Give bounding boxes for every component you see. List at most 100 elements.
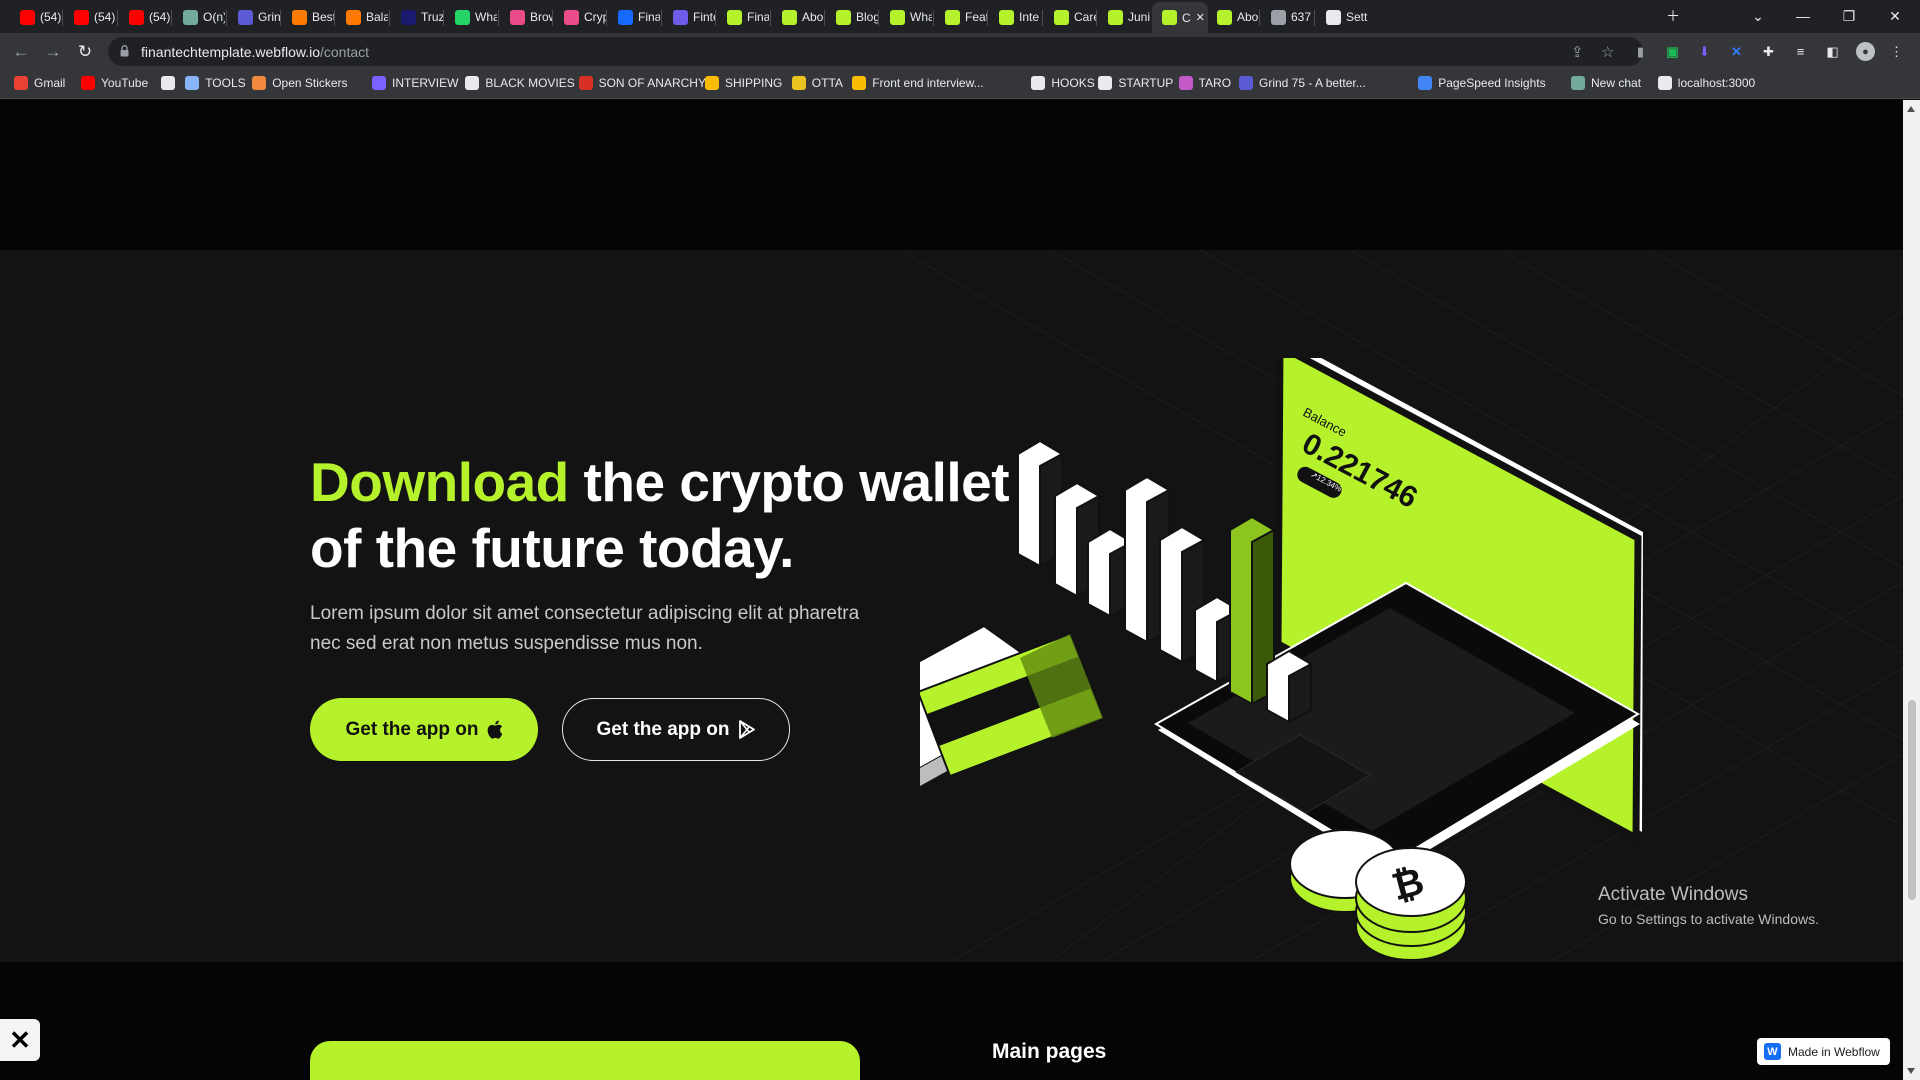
scroll-up-icon[interactable] — [1907, 106, 1915, 112]
download-extension-icon[interactable]: ⬇ — [1696, 43, 1713, 60]
browser-tab[interactable]: Finte — [663, 4, 715, 30]
share-icon[interactable]: ⇪ — [1571, 43, 1584, 61]
youtube-icon — [20, 9, 35, 25]
list-icon — [1098, 76, 1113, 90]
bookmark-item[interactable]: New chat — [1571, 76, 1641, 90]
tab-separator — [987, 10, 988, 26]
scroll-thumb[interactable] — [1908, 700, 1916, 900]
browser-tab[interactable]: Setti — [1316, 4, 1368, 30]
tab-title: Abo — [802, 10, 824, 24]
bookmark-item[interactable]: INTERVIEW — [372, 76, 458, 90]
reload-icon[interactable]: ↻ — [74, 41, 96, 63]
tab-separator — [498, 10, 499, 26]
menu-icon[interactable]: ⋮ — [1888, 43, 1905, 60]
browser-tab[interactable]: Truz — [391, 4, 443, 30]
browser-tab[interactable]: 637 — [1261, 4, 1313, 30]
browser-tab[interactable]: Abo — [772, 4, 824, 30]
address-bar[interactable]: finantechtemplate.webflow.io/contact ⇪ ☆ — [108, 37, 1643, 66]
browser-tab[interactable]: Brow — [500, 4, 552, 30]
apple-icon — [487, 720, 502, 739]
close-icon[interactable]: ✕ — [0, 1019, 40, 1061]
app-store-button[interactable]: Get the app on — [310, 698, 538, 761]
google-play-button[interactable]: Get the app on — [562, 698, 790, 761]
tab-separator — [552, 10, 553, 26]
finantech-icon — [727, 9, 742, 25]
star-icon[interactable]: ☆ — [1601, 43, 1614, 61]
url-domain: finantechtemplate.webflow.io — [141, 44, 320, 60]
browser-tab[interactable]: Bala — [336, 4, 388, 30]
bookmark-item[interactable]: BLACK MOVIES — [465, 76, 575, 90]
bookmark-item[interactable]: TARO — [1178, 76, 1231, 90]
bookmark-label: HOOKS — [1051, 76, 1095, 90]
footer-main-pages-heading: Main pages — [992, 1040, 1107, 1063]
windows-activation-watermark: Activate Windows Go to Settings to activ… — [1598, 884, 1819, 927]
watermark-title: Activate Windows — [1598, 884, 1748, 905]
bitcoin-coins: ₿ — [1289, 829, 1467, 961]
bookmark-item[interactable]: OTTA — [791, 76, 843, 90]
restore-icon[interactable]: ❐ — [1826, 4, 1872, 28]
bookmark-item[interactable] — [161, 76, 181, 90]
bookmark-item[interactable]: YouTube — [81, 76, 148, 90]
browser-tab[interactable]: Wha — [445, 4, 497, 30]
tab-search-icon[interactable]: ⌄ — [1735, 4, 1781, 28]
side-panel-icon[interactable]: ◧ — [1824, 43, 1841, 60]
extension-icon[interactable]: ✕ — [1728, 43, 1745, 60]
browser-tab[interactable]: (54) — [64, 4, 116, 30]
bookmark-item[interactable]: PageSpeed Insights — [1418, 76, 1546, 90]
bookmark-label: Open Stickers — [272, 76, 348, 90]
extension-icon[interactable]: ▮ — [1632, 43, 1649, 60]
puzzle-icon[interactable]: ✚ — [1760, 43, 1777, 60]
bookmark-item[interactable]: Front end interview... — [852, 76, 984, 90]
browser-tab[interactable]: Blog — [826, 4, 878, 30]
bookmark-icon — [852, 76, 867, 90]
bookmark-item[interactable]: localhost:3000 — [1657, 76, 1755, 90]
bookmark-label: TOOLS — [205, 76, 246, 90]
browser-tab[interactable]: C ✕ — [1152, 2, 1208, 33]
browser-tab[interactable]: Abo — [1207, 4, 1259, 30]
bookmark-item[interactable]: Gmail — [14, 76, 65, 90]
browser-tab[interactable]: (54) — [119, 4, 171, 30]
grind75-icon — [1239, 76, 1253, 90]
browser-tab[interactable]: (54) — [10, 4, 62, 30]
site-footer: Main pages — [0, 962, 1903, 1080]
tab-close-icon[interactable]: ✕ — [1196, 11, 1205, 24]
browser-tab[interactable]: Cryp — [554, 4, 606, 30]
bookmark-item[interactable]: SON OF ANARCHY — [578, 76, 706, 90]
tab-separator — [1259, 10, 1260, 26]
browser-tab[interactable]: Feat — [935, 4, 987, 30]
tab-title: Truz — [421, 10, 443, 24]
scroll-down-icon[interactable] — [1907, 1068, 1915, 1074]
forward-icon[interactable]: → — [42, 41, 64, 63]
browser-tab[interactable]: Best — [282, 4, 334, 30]
browser-tab[interactable]: Fina — [717, 4, 769, 30]
dribbble-icon — [510, 9, 525, 25]
made-in-webflow-badge[interactable]: W Made in Webflow — [1757, 1038, 1890, 1065]
browser-tab[interactable]: O(n) — [173, 4, 225, 30]
bookmark-item[interactable]: Open Stickers — [252, 76, 348, 90]
bookmark-item[interactable]: STARTUP — [1098, 76, 1173, 90]
browser-tab[interactable]: Wha — [880, 4, 932, 30]
flag-icon — [578, 76, 593, 90]
interview-icon — [372, 76, 386, 90]
extension-icon[interactable]: ▣ — [1664, 43, 1681, 60]
browser-tab[interactable]: Care — [1044, 4, 1096, 30]
back-icon[interactable]: ← — [10, 41, 32, 63]
bookmark-item[interactable]: HOOKS — [1031, 76, 1095, 90]
tab-title: O(n) — [203, 10, 225, 24]
tab-title: Brow — [530, 10, 552, 24]
bookmark-label: INTERVIEW — [392, 76, 459, 90]
browser-tab[interactable]: Fina — [608, 4, 660, 30]
plus-icon[interactable]: ＋ — [1650, 4, 1696, 28]
minimize-icon[interactable]: — — [1780, 4, 1826, 28]
reading-list-icon[interactable]: ≡ — [1792, 43, 1809, 60]
bookmark-item[interactable]: TOOLS — [185, 76, 246, 90]
bookmark-item[interactable]: Grind 75 - A better... — [1239, 76, 1366, 90]
page-scrollbar[interactable] — [1903, 100, 1920, 1080]
profile-avatar[interactable]: ● — [1856, 42, 1875, 61]
window-close-icon[interactable]: ✕ — [1872, 4, 1918, 28]
browser-tab[interactable]: Inte — [989, 4, 1041, 30]
tab-title: Cryp — [584, 10, 606, 24]
browser-tab[interactable]: Grin — [228, 4, 280, 30]
bookmark-item[interactable]: SHIPPING — [705, 76, 782, 90]
browser-tab[interactable]: Juni — [1098, 4, 1150, 30]
